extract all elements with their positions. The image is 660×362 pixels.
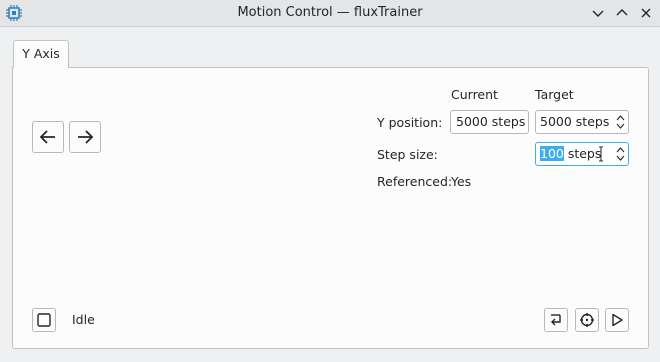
column-current-header: Current bbox=[451, 87, 498, 102]
jog-right-button[interactable] bbox=[69, 121, 101, 153]
spin-arrows-icon[interactable] bbox=[614, 144, 627, 164]
current-position-field: 5000 steps bbox=[450, 110, 529, 134]
step-size-label: Step size: bbox=[377, 147, 438, 162]
stop-button[interactable] bbox=[32, 308, 56, 332]
referenced-value: Yes bbox=[451, 174, 472, 189]
stop-square-icon bbox=[36, 312, 52, 328]
jog-left-button[interactable] bbox=[32, 121, 64, 153]
referenced-label: Referenced: bbox=[377, 174, 453, 189]
spin-arrows-icon[interactable] bbox=[614, 112, 627, 132]
target-icon bbox=[579, 312, 595, 328]
tab-y-axis[interactable]: Y Axis bbox=[13, 40, 69, 68]
window-title: Motion Control — fluxTrainer bbox=[237, 5, 423, 20]
step-size-selected-number: 100 bbox=[540, 146, 564, 161]
return-icon bbox=[548, 312, 564, 328]
step-size-unit: steps bbox=[563, 146, 602, 161]
step-size-spinbox[interactable]: 100 steps bbox=[535, 142, 629, 166]
return-button[interactable] bbox=[544, 308, 568, 332]
maximize-icon[interactable] bbox=[613, 4, 631, 22]
column-target-header: Target bbox=[535, 87, 574, 102]
text-cursor-icon bbox=[598, 146, 604, 165]
play-icon bbox=[609, 312, 625, 328]
close-icon[interactable] bbox=[637, 4, 655, 22]
title-bar: Motion Control — fluxTrainer bbox=[0, 0, 660, 27]
minimize-icon[interactable] bbox=[589, 4, 607, 22]
reference-button[interactable] bbox=[575, 308, 599, 332]
arrow-right-icon bbox=[75, 127, 95, 147]
arrow-left-icon bbox=[38, 127, 58, 147]
target-position-spinbox[interactable]: 5000 steps bbox=[535, 110, 629, 134]
target-position-value: 5000 steps bbox=[540, 114, 610, 129]
start-button[interactable] bbox=[605, 308, 629, 332]
status-text: Idle bbox=[72, 312, 95, 327]
y-position-label: Y position: bbox=[377, 115, 443, 130]
